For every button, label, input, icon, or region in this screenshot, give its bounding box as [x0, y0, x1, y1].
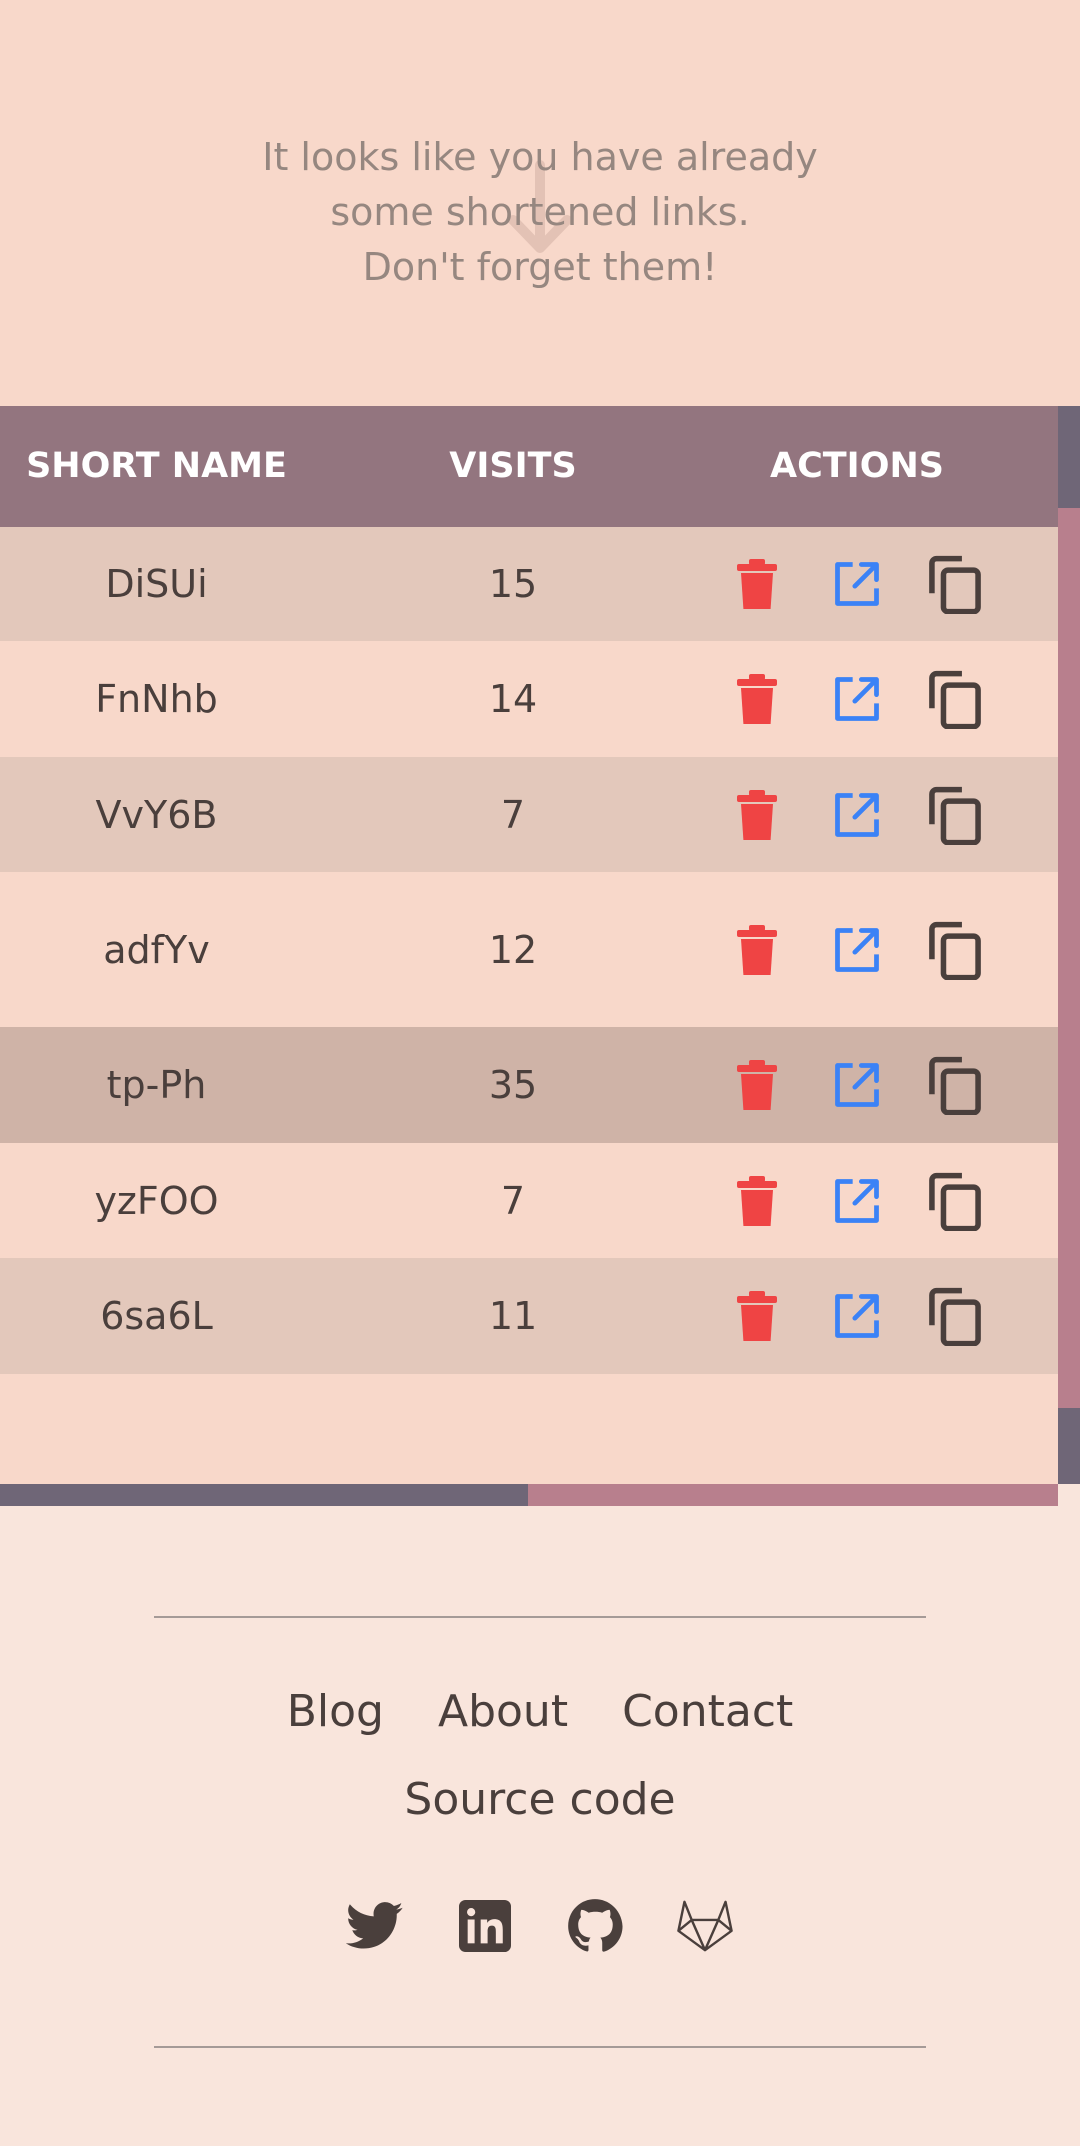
header-short-name: SHORT NAME	[26, 446, 287, 486]
short-name-cell: tp-Ph	[106, 1063, 207, 1107]
short-name-cell: VvY6B	[95, 792, 218, 837]
horizontal-scrollbar-thumb[interactable]	[528, 1484, 1058, 1506]
notice-line-3: Don't forget them!	[362, 245, 718, 289]
external-link-icon[interactable]	[827, 554, 887, 614]
trash-icon[interactable]	[727, 920, 787, 980]
external-link-icon[interactable]	[827, 669, 887, 729]
trash-icon[interactable]	[727, 669, 787, 729]
footer-link-about[interactable]: About	[438, 1686, 568, 1737]
external-link-icon[interactable]	[827, 785, 887, 845]
external-link-icon[interactable]	[827, 1055, 887, 1115]
trash-icon[interactable]	[727, 554, 787, 614]
trash-icon[interactable]	[727, 1055, 787, 1115]
visits-cell: 12	[488, 927, 538, 972]
table-row: 6sa6L 11	[0, 1258, 1058, 1374]
copy-icon[interactable]	[925, 669, 985, 729]
twitter-icon[interactable]	[345, 1896, 405, 1956]
table-header: SHORT NAME VISITS ACTIONS	[0, 406, 1058, 527]
short-name-cell: DiSUi	[105, 562, 208, 606]
copy-icon[interactable]	[925, 785, 985, 845]
external-link-icon[interactable]	[827, 1171, 887, 1231]
footer-link-blog[interactable]: Blog	[287, 1686, 384, 1737]
header-actions: ACTIONS	[770, 446, 944, 486]
external-link-icon[interactable]	[827, 920, 887, 980]
scrollbar-corner	[1058, 1484, 1080, 1506]
table-row: VvY6B 7	[0, 757, 1058, 872]
visits-cell: 11	[488, 1294, 538, 1338]
copy-icon[interactable]	[925, 920, 985, 980]
header-visits: VISITS	[449, 446, 577, 486]
copy-icon[interactable]	[925, 1055, 985, 1115]
footer-divider-bottom	[154, 2046, 926, 2048]
short-name-cell: 6sa6L	[100, 1294, 213, 1338]
footer-link-source-code[interactable]: Source code	[0, 1774, 1080, 1825]
table-row: FnNhb 14	[0, 641, 1058, 757]
vertical-scrollbar-thumb[interactable]	[1058, 508, 1080, 1408]
table-row: tp-Ph 35	[0, 1027, 1058, 1143]
copy-icon[interactable]	[925, 554, 985, 614]
trash-icon[interactable]	[727, 785, 787, 845]
table-row: DiSUi 15	[0, 527, 1058, 641]
notice-section: It looks like you have already some shor…	[0, 0, 1080, 406]
short-name-cell: adfYv	[103, 927, 210, 972]
links-table: SHORT NAME VISITS ACTIONS DiSUi 15 FnNhb 14…	[0, 406, 1080, 1506]
linkedin-icon[interactable]	[455, 1896, 515, 1956]
visits-cell: 35	[488, 1063, 538, 1107]
visits-cell: 15	[488, 562, 538, 606]
short-name-cell: FnNhb	[95, 677, 218, 721]
footer: Blog About Contact Source code	[0, 1506, 1080, 2146]
footer-nav: Blog About Contact	[0, 1686, 1080, 1737]
table-row: adfYv 12	[0, 872, 1058, 1027]
notice-text: It looks like you have already some shor…	[0, 130, 1080, 295]
visits-cell: 14	[488, 677, 538, 721]
trash-icon[interactable]	[727, 1286, 787, 1346]
visits-cell: 7	[500, 792, 526, 837]
footer-divider-top	[154, 1616, 926, 1618]
table-row: yzFOO 7	[0, 1143, 1058, 1258]
copy-icon[interactable]	[925, 1286, 985, 1346]
notice-line-1: It looks like you have already	[262, 135, 818, 179]
short-name-cell: yzFOO	[94, 1178, 219, 1223]
footer-link-contact[interactable]: Contact	[622, 1686, 793, 1737]
copy-icon[interactable]	[925, 1171, 985, 1231]
notice-line-2: some shortened links.	[330, 190, 750, 234]
external-link-icon[interactable]	[827, 1286, 887, 1346]
github-icon[interactable]	[565, 1896, 625, 1956]
trash-icon[interactable]	[727, 1171, 787, 1231]
gitlab-icon[interactable]	[675, 1896, 735, 1956]
visits-cell: 7	[500, 1178, 526, 1223]
